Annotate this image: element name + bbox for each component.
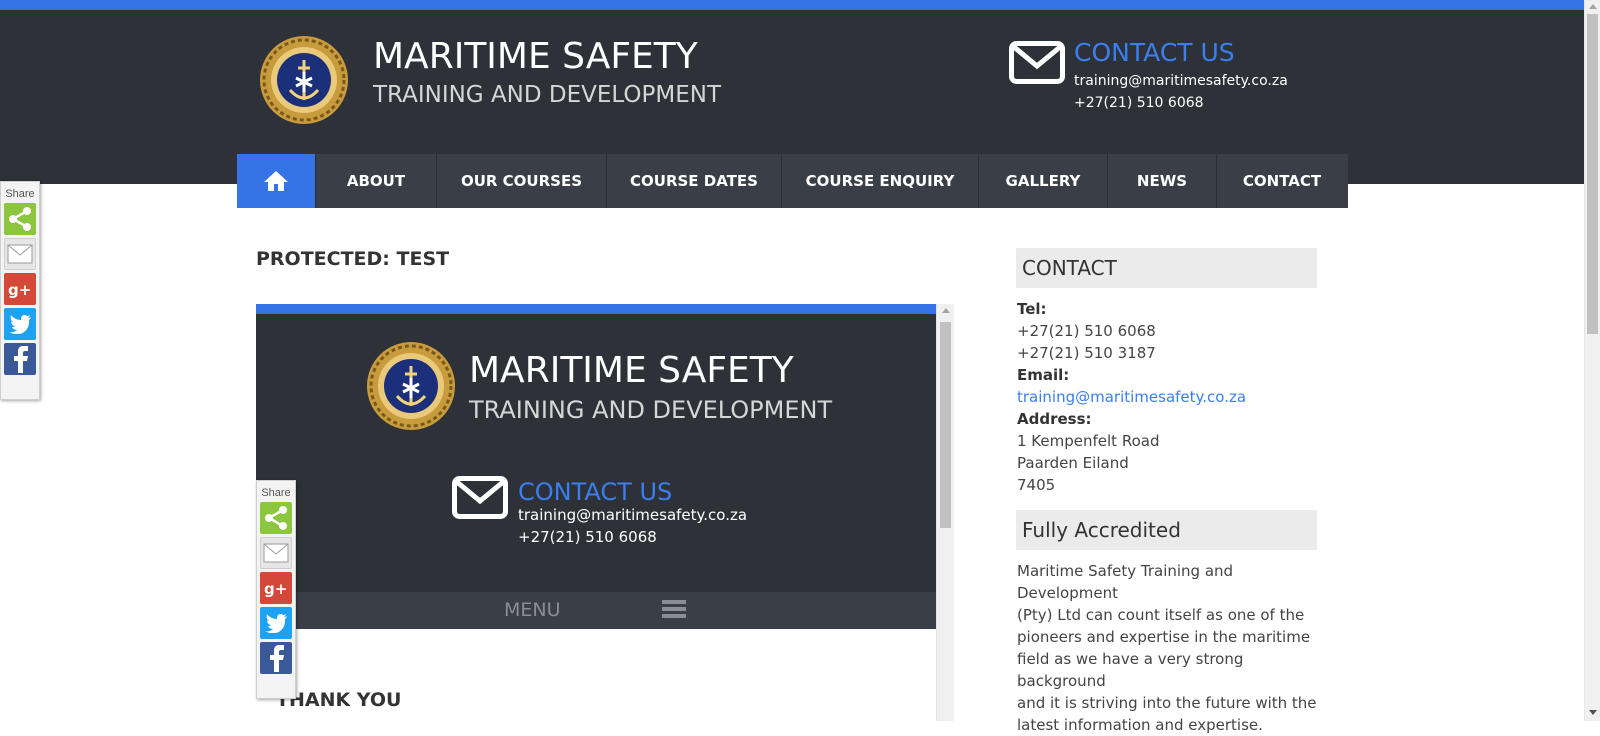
share-label: Share [261, 487, 291, 499]
scroll-up-arrow-icon[interactable] [1589, 4, 1597, 9]
share-icon [265, 506, 287, 530]
envelope-icon [1009, 41, 1065, 84]
header-email[interactable]: training@maritimesafety.co.za [1074, 73, 1288, 89]
share-bar-page: Share g+ [0, 181, 40, 400]
address-line-3: 7405 [1017, 476, 1056, 494]
page-title: PROTECTED: TEST [256, 248, 450, 270]
embed-menu-toggle[interactable]: MENU [256, 592, 936, 629]
share-icon [9, 207, 31, 231]
nav-item-about[interactable]: ABOUT [315, 154, 436, 208]
nav-item-our-courses[interactable]: OUR COURSES [436, 154, 606, 208]
share-label: Share [5, 188, 35, 200]
embed-envelope-icon [452, 476, 508, 519]
embed-menu-label: MENU [504, 599, 561, 621]
email-icon [7, 244, 33, 264]
embed-site-logo[interactable] [365, 340, 457, 432]
accredited-text-line: (Pty) Ltd can count itself as one of the [1017, 606, 1305, 624]
embed-accent-bar [256, 304, 936, 314]
site-title[interactable]: MARITIME SAFETY [373, 36, 698, 77]
top-accent-bar [0, 0, 1584, 10]
embed-email[interactable]: training@maritimesafety.co.za [518, 506, 747, 524]
email-share-button[interactable] [260, 537, 292, 569]
page-scrollbar-thumb[interactable] [1587, 14, 1598, 334]
embed-site-title[interactable]: MARITIME SAFETY [469, 350, 794, 391]
share-bar-embed: Share g+ [256, 480, 296, 699]
twitter-icon [265, 614, 287, 633]
site-logo[interactable] [258, 34, 350, 126]
nav-item-contact[interactable]: CONTACT [1216, 154, 1347, 208]
sidebar-email-link[interactable]: training@maritimesafety.co.za [1016, 386, 1317, 408]
nav-home[interactable] [237, 154, 315, 208]
facebook-icon [14, 346, 28, 373]
nav-item-news[interactable]: NEWS [1107, 154, 1216, 208]
contact-us-heading: CONTACT US [1074, 38, 1235, 67]
embed-scrollbar-thumb[interactable] [940, 322, 951, 528]
twitter-icon [9, 315, 31, 334]
embedded-page-frame[interactable]: MARITIME SAFETY TRAINING AND DEVELOPMENT… [256, 304, 954, 721]
accredited-text-line: and it is striving into the future with … [1017, 694, 1317, 712]
embed-site-subtitle: TRAINING AND DEVELOPMENT [469, 396, 833, 424]
email-icon [263, 543, 289, 563]
nav-item-gallery[interactable]: GALLERY [978, 154, 1107, 208]
share-button[interactable] [260, 502, 292, 534]
accredited-widget-title: Fully Accredited [1016, 510, 1317, 550]
twitter-share-button[interactable] [260, 607, 292, 639]
tel-label: Tel: [1017, 300, 1047, 318]
home-icon [264, 171, 288, 191]
google-plus-share-button[interactable]: g+ [4, 273, 36, 305]
svg-text:g+: g+ [8, 281, 31, 299]
accredited-text-line: latest information and expertise. [1017, 716, 1263, 734]
google-plus-share-button[interactable]: g+ [260, 572, 292, 604]
tel-number-1: +27(21) 510 6068 [1017, 322, 1156, 340]
email-share-button[interactable] [4, 238, 36, 270]
address-line-1: 1 Kempenfelt Road [1017, 432, 1160, 450]
twitter-share-button[interactable] [4, 308, 36, 340]
main-nav: ABOUT OUR COURSES COURSE DATES COURSE EN… [237, 154, 1348, 208]
accredited-text-line: pioneers and expertise in the maritime [1017, 628, 1311, 646]
sidebar: CONTACT Tel: +27(21) 510 6068 +27(21) 51… [1016, 248, 1317, 736]
embed-header: MARITIME SAFETY TRAINING AND DEVELOPMENT… [256, 314, 936, 592]
embed-phone: +27(21) 510 6068 [518, 528, 657, 546]
hamburger-icon [662, 600, 686, 620]
nav-item-course-dates[interactable]: COURSE DATES [606, 154, 781, 208]
google-plus-icon: g+ [8, 281, 31, 299]
facebook-icon [270, 645, 284, 672]
tel-number-2: +27(21) 510 3187 [1017, 344, 1156, 362]
embed-scrollbar[interactable] [936, 304, 954, 721]
share-button[interactable] [4, 203, 36, 235]
site-subtitle: TRAINING AND DEVELOPMENT [373, 82, 722, 108]
email-label: Email: [1017, 366, 1070, 384]
scroll-down-arrow-icon[interactable] [1589, 710, 1597, 715]
accredited-text-line: Maritime Safety Training and Development [1017, 562, 1234, 602]
address-label: Address: [1017, 410, 1092, 428]
embed-contact-us-heading: CONTACT US [518, 478, 673, 506]
nav-item-course-enquiry[interactable]: COURSE ENQUIRY [781, 154, 978, 208]
header-phone: +27(21) 510 6068 [1074, 95, 1204, 111]
scroll-up-arrow-icon[interactable] [942, 308, 950, 313]
contact-widget-title: CONTACT [1016, 248, 1317, 288]
google-plus-icon: g+ [264, 580, 287, 598]
svg-text:g+: g+ [264, 580, 287, 598]
facebook-share-button[interactable] [4, 343, 36, 375]
facebook-share-button[interactable] [260, 642, 292, 674]
address-line-2: Paarden Eiland [1017, 454, 1129, 472]
page-scrollbar[interactable] [1584, 0, 1600, 721]
accredited-text-line: field as we have a very strong backgroun… [1017, 650, 1244, 690]
